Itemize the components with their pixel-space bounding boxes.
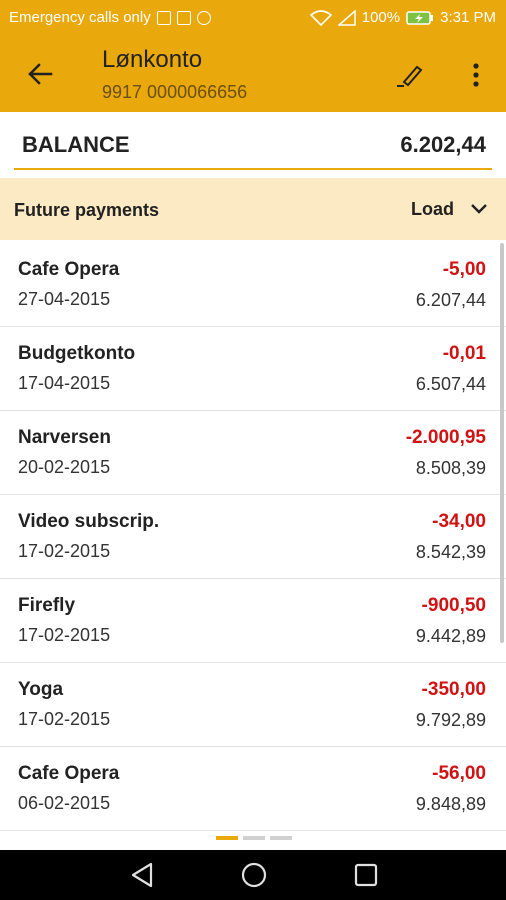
more-options-button[interactable]: [462, 58, 490, 92]
transaction-balance: 9.848,89: [415, 794, 486, 814]
status-right: 100% 3:31 PM: [309, 9, 496, 26]
balance-row: BALANCE 6.202,44: [14, 112, 492, 170]
transaction-amount: -56,00: [432, 763, 486, 784]
balance-label: BALANCE: [22, 132, 130, 157]
list-scrollbar[interactable]: [500, 243, 504, 643]
transaction-row[interactable]: Cafe Opera 27-04-2015 -5,00 6.207,44: [0, 243, 506, 327]
transaction-amount: -34,00: [432, 511, 486, 532]
account-number: 9917 0000066656: [102, 82, 248, 102]
transaction-date: 17-02-2015: [18, 709, 111, 729]
page-dot[interactable]: [243, 836, 265, 840]
nav-home-icon: [241, 862, 267, 888]
transaction-amount: -350,00: [421, 679, 486, 700]
transaction-name: Yoga: [18, 679, 64, 700]
transaction-list[interactable]: Cafe Opera 27-04-2015 -5,00 6.207,44 Bud…: [0, 243, 506, 848]
transaction-date: 06-02-2015: [18, 793, 111, 813]
transaction-name: Firefly: [18, 595, 76, 616]
transaction-row[interactable]: Yoga 17-02-2015 -350,00 9.792,89: [0, 663, 506, 747]
status-bar: Emergency calls only 100% 3:31 PM: [0, 0, 506, 36]
transaction-name: Budgetkonto: [18, 343, 136, 364]
future-payments-bar: Future payments Load: [0, 178, 506, 240]
transaction-date: 17-02-2015: [18, 541, 111, 561]
transaction-balance: 9.792,89: [415, 710, 486, 730]
wifi-icon: [309, 9, 332, 26]
transaction-date: 20-02-2015: [18, 457, 111, 477]
transaction-name: Cafe Opera: [18, 763, 120, 784]
battery-percent: 100%: [361, 9, 401, 26]
nav-home-button[interactable]: [236, 858, 272, 892]
transaction-name: Narversen: [18, 427, 111, 448]
transaction-row[interactable]: Cafe Opera 06-02-2015 -56,00 9.848,89: [0, 747, 506, 831]
more-vert-icon: [473, 63, 479, 87]
transaction-balance: 9.442,89: [415, 626, 486, 646]
transaction-row[interactable]: Budgetkonto 17-04-2015 -0,01 6.507,44: [0, 327, 506, 411]
back-button[interactable]: [24, 58, 56, 90]
transaction-name: Cafe Opera: [18, 259, 120, 280]
transaction-amount: -2.000,95: [405, 427, 486, 448]
transaction-date: 27-04-2015: [18, 289, 111, 309]
page-indicator: [216, 836, 292, 840]
balance-value: 6.202,44: [400, 132, 486, 157]
transaction-row[interactable]: Narversen 20-02-2015 -2.000,95 8.508,39: [0, 411, 506, 495]
nav-back-icon: [131, 862, 153, 888]
signal-icon: [337, 9, 356, 26]
arrow-back-icon: [28, 63, 53, 85]
transaction-balance: 8.542,39: [415, 542, 486, 562]
status-time: 3:31 PM: [440, 9, 496, 26]
load-button[interactable]: Load: [411, 192, 488, 226]
chevron-down-icon: [471, 204, 487, 214]
nav-back-button[interactable]: [124, 858, 160, 892]
system-nav-bar: [0, 850, 506, 900]
image-notification-icon: [156, 10, 171, 25]
transaction-date: 17-02-2015: [18, 625, 111, 645]
transaction-balance: 6.507,44: [415, 374, 486, 394]
edit-button[interactable]: [394, 58, 428, 92]
transaction-row[interactable]: Video subscrip. 17-02-2015 -34,00 8.542,…: [0, 495, 506, 579]
transaction-row[interactable]: Firefly 17-02-2015 -900,50 9.442,89: [0, 579, 506, 663]
nav-recents-button[interactable]: [348, 858, 384, 892]
sync-notification-icon: [196, 10, 211, 25]
carrier-text: Emergency calls only: [9, 9, 151, 26]
transaction-balance: 6.207,44: [415, 290, 486, 310]
load-label: Load: [411, 198, 454, 219]
page-title: Lønkonto: [102, 46, 203, 73]
transaction-date: 17-04-2015: [18, 373, 111, 393]
page-dot[interactable]: [270, 836, 292, 840]
pencil-icon: [397, 65, 423, 87]
app-bar: Lønkonto 9917 0000066656: [0, 36, 506, 112]
transaction-name: Video subscrip.: [18, 511, 160, 532]
battery-charging-icon: [406, 10, 434, 25]
download-notification-icon: [176, 10, 191, 25]
transaction-amount: -0,01: [442, 343, 486, 364]
future-payments-label: Future payments: [14, 200, 160, 220]
transaction-amount: -900,50: [421, 595, 486, 616]
transaction-balance: 8.508,39: [415, 458, 486, 478]
status-left: Emergency calls only: [9, 9, 211, 26]
transaction-amount: -5,00: [442, 259, 486, 280]
nav-recents-icon: [354, 863, 378, 887]
page-dot[interactable]: [216, 836, 238, 840]
